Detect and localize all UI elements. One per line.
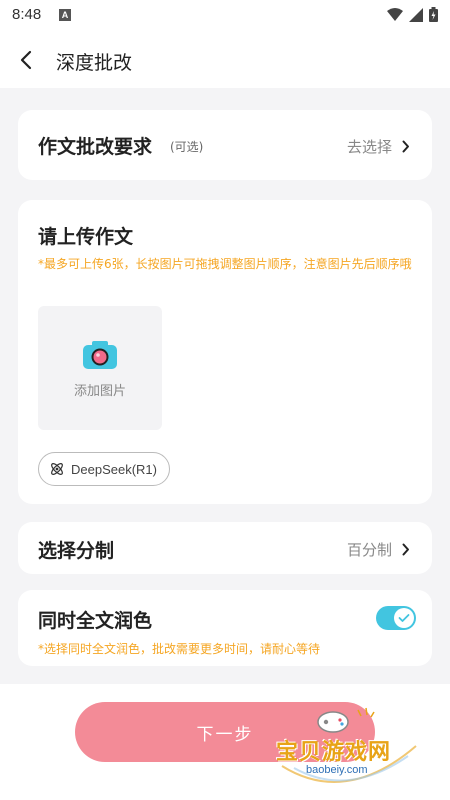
chevron-left-icon xyxy=(20,50,32,70)
nav-bar: 深度批改 xyxy=(0,32,450,88)
status-icons xyxy=(387,7,438,22)
back-button[interactable] xyxy=(12,46,40,74)
toggle-knob xyxy=(394,608,414,628)
watermark-url: baobeiy.com xyxy=(306,764,368,776)
camera-icon xyxy=(83,341,117,369)
chevron-right-icon xyxy=(402,140,409,153)
watermark: 宝贝游戏网 baobeiy.com xyxy=(276,706,426,786)
requirements-optional-label: (可选) xyxy=(170,140,204,154)
add-image-label: 添加图片 xyxy=(73,384,126,399)
watermark-title: 宝贝游戏网 xyxy=(276,740,392,765)
notification-icon: A xyxy=(59,9,71,21)
chevron-right-icon xyxy=(402,543,409,556)
upload-note: *最多可上传6张，长按图片可拖拽调整图片顺序，注意图片先后顺序哦 xyxy=(38,257,412,271)
polish-title: 同时全文润色 xyxy=(38,610,153,632)
next-button-label: 下一步 xyxy=(196,724,254,745)
atom-icon xyxy=(51,463,63,475)
model-name: DeepSeek(R1) xyxy=(71,461,157,477)
polish-note: *选择同时全文润色，批改需要更多时间，请耐心等待 xyxy=(38,642,321,656)
polish-card: 同时全文润色 *选择同时全文润色，批改需要更多时间，请耐心等待 xyxy=(18,590,432,666)
grading-select-button[interactable]: 百分制 xyxy=(347,539,410,560)
requirements-select-button[interactable]: 去选择 xyxy=(347,136,410,157)
battery-icon xyxy=(429,7,438,22)
upload-title: 请上传作文 xyxy=(38,226,134,248)
upload-card: 请上传作文 *最多可上传6张，长按图片可拖拽调整图片顺序，注意图片先后顺序哦 添… xyxy=(18,200,432,504)
status-bar: 8:48 A xyxy=(0,0,450,32)
signal-icon xyxy=(409,7,423,22)
wifi-icon xyxy=(387,7,403,21)
check-icon xyxy=(398,614,410,622)
add-image-button[interactable]: 添加图片 xyxy=(38,306,162,430)
page-title: 深度批改 xyxy=(56,52,133,74)
model-chip[interactable]: DeepSeek(R1) xyxy=(38,452,170,486)
polish-toggle[interactable] xyxy=(376,606,416,630)
requirements-action-label: 去选择 xyxy=(346,138,392,156)
main-content: 作文批改要求 (可选) 去选择 请上传作文 *最多可上传6张，长按图片可拖拽调整… xyxy=(0,88,450,684)
requirements-title: 作文批改要求 xyxy=(38,136,153,158)
grading-value: 百分制 xyxy=(346,541,392,559)
status-time: 8:48 xyxy=(12,6,42,23)
grading-title: 选择分制 xyxy=(38,540,115,562)
requirements-card[interactable]: 作文批改要求 (可选) 去选择 xyxy=(18,110,432,180)
grading-card[interactable]: 选择分制 百分制 xyxy=(18,522,432,574)
